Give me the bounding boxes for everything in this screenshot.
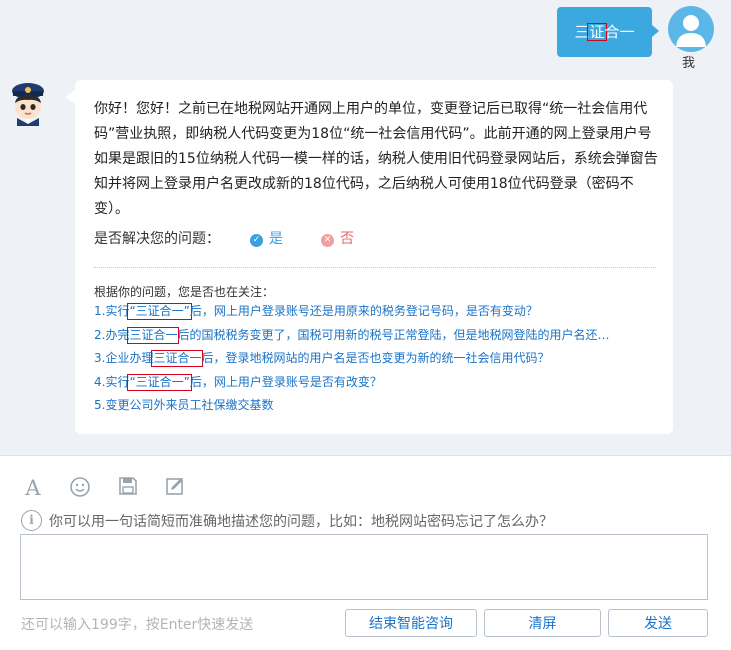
link-text: 1.实行 — [94, 304, 130, 318]
link-text-end: 后，登录地税网站的用户名是否也变更为新的统一社会信用代码？ — [201, 351, 550, 366]
edit-icon[interactable] — [163, 476, 187, 500]
tax-officer-avatar-icon — [12, 83, 44, 126]
check-icon: ✓ — [250, 234, 263, 247]
link-text: 3.企业办理 — [94, 351, 154, 366]
message-input[interactable] — [20, 534, 708, 600]
emoji-icon[interactable] — [68, 476, 92, 500]
user-message-text-end: 合一 — [604, 23, 635, 41]
user-message-bubble: 三证合一 — [557, 7, 659, 57]
info-icon: i — [21, 510, 42, 531]
highlight-box: “三证合一” — [127, 373, 192, 391]
close-icon: ✕ — [321, 234, 334, 247]
highlight-box: 三证合一 — [127, 326, 180, 344]
no-label: 否 — [340, 231, 354, 247]
related-questions-list: 1.实行“三证合一”后，网上用户登录账号还是用原来的税务登记号码，是否有变动？ … — [94, 300, 664, 418]
user-name: 我 — [682, 56, 696, 71]
end-consultation-button[interactable]: 结束智能咨询 — [345, 609, 477, 637]
send-button[interactable]: 发送 — [608, 609, 708, 637]
character-counter: 还可以输入199字，按Enter快速发送 — [21, 617, 254, 633]
user-silhouette-icon — [676, 15, 706, 47]
input-hint: 你可以用一句话简短而准确地描述您的问题，比如：地税网站密码忘记了怎么办？ — [49, 514, 553, 530]
link-text: 2.办完 — [94, 327, 130, 342]
yes-label: 是 — [269, 231, 283, 247]
link-text: 4.实行 — [94, 374, 130, 389]
font-icon[interactable]: A — [21, 476, 45, 500]
related-question-link[interactable]: 3.企业办理三证合一后，登录地税网站的用户名是否也变更为新的统一社会信用代码？ — [94, 347, 664, 371]
clear-screen-button[interactable]: 清屏 — [484, 609, 601, 637]
related-question-link[interactable]: 2.办完三证合一后的国税税务变更了，国税可用新的税号正常登陆，但是地税网登陆的用… — [94, 324, 664, 348]
link-text-end: 后的国税税务变更了，国税可用新的税号正常登陆，但是地税网登陆的用户名还… — [177, 327, 610, 342]
bot-message-bubble: 你好！您好！之前已在地税网站开通网上用户的单位，变更登记后已取得“统一社会信用代… — [65, 80, 673, 434]
save-icon[interactable] — [116, 476, 140, 500]
user-avatar — [668, 6, 714, 52]
highlight-box: 三证合一 — [151, 350, 204, 368]
input-panel: A i 你可以用一句话简短而准确地描述您的问题，比如：地税网站密码忘记了怎么办？… — [0, 455, 731, 650]
related-question-link[interactable]: 4.实行“三证合一”后，网上用户登录账号是否有改变？ — [94, 371, 664, 395]
bot-answer-text: 你好！您好！之前已在地税网站开通网上用户的单位，变更登记后已取得“统一社会信用代… — [94, 101, 658, 217]
chat-area: 三证合一 我 你好！您好！之前已在地税网站开通网上用户的单位，变更登记后已取得“… — [0, 0, 731, 455]
link-text-end: 后，网上用户登录账号是否有改变？ — [189, 374, 382, 389]
resolve-question-label: 是否解决您的问题： — [94, 231, 220, 247]
highlight-box: “三证合一” — [127, 303, 192, 320]
divider — [94, 267, 656, 268]
link-text-end: 后，网上用户登录账号还是用原来的税务登记号码，是否有变动？ — [189, 304, 538, 318]
link-text: 5.变更公司外来员工社保缴交基数 — [94, 398, 274, 413]
resolved-no-button[interactable]: ✕ 否 — [321, 228, 354, 248]
resolved-yes-button[interactable]: ✓ 是 — [250, 228, 283, 248]
related-question-link[interactable]: 5.变更公司外来员工社保缴交基数 — [94, 394, 664, 418]
related-questions-title: 根据你的问题，您是否也在关注： — [94, 285, 275, 299]
related-question-link[interactable]: 1.实行“三证合一”后，网上用户登录账号还是用原来的税务登记号码，是否有变动？ — [94, 300, 664, 324]
bot-avatar — [5, 80, 51, 126]
